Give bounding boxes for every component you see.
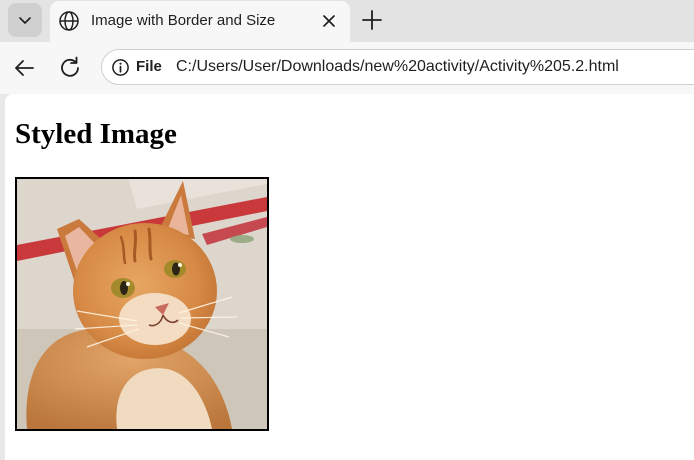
page-heading: Styled Image <box>15 118 177 150</box>
close-icon[interactable] <box>320 12 338 30</box>
page-viewport: Styled Image <box>5 94 694 460</box>
cat-illustration <box>17 179 267 429</box>
styled-image <box>15 177 269 431</box>
tab-title: Image with Border and Size <box>91 12 276 29</box>
chevron-down-icon <box>19 17 31 24</box>
browser-toolbar: File C:/Users/User/Downloads/new%20activ… <box>0 42 694 94</box>
back-arrow-icon[interactable] <box>12 56 36 80</box>
info-icon[interactable] <box>111 58 130 77</box>
globe-icon <box>59 11 79 31</box>
plus-icon[interactable] <box>360 8 384 32</box>
site-scheme-label: File <box>136 58 162 75</box>
address-bar[interactable]: File C:/Users/User/Downloads/new%20activ… <box>101 49 694 85</box>
url-text[interactable]: C:/Users/User/Downloads/new%20activity/A… <box>176 58 619 76</box>
reload-icon[interactable] <box>57 55 83 81</box>
tab-strip: Image with Border and Size <box>0 0 694 42</box>
tab-search-button[interactable] <box>8 3 42 37</box>
browser-tab[interactable]: Image with Border and Size <box>50 1 350 42</box>
